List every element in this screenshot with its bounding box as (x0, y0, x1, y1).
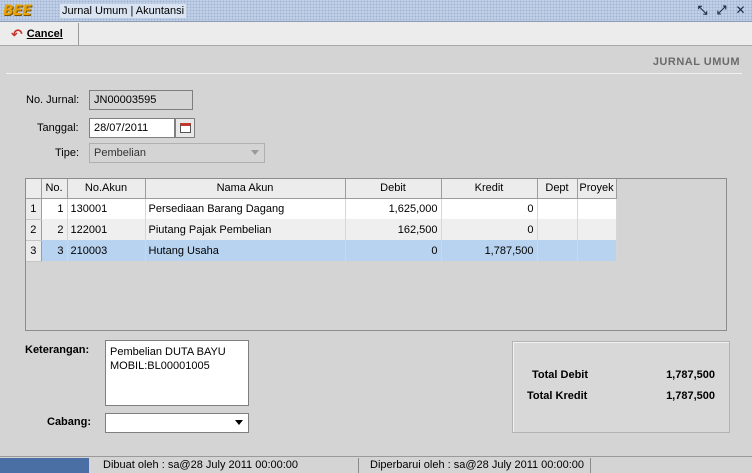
cabang-select[interactable] (105, 413, 249, 433)
col-header-debit[interactable]: Debit (345, 179, 442, 199)
col-header-proyek[interactable]: Proyek (577, 179, 617, 199)
tipe-select[interactable]: Pembelian (89, 143, 265, 163)
cancel-button-label: Cancel (26, 28, 63, 40)
tipe-label: Tipe: (55, 147, 80, 159)
tanggal-label: Tanggal: (37, 122, 79, 134)
cell-proyek[interactable] (577, 219, 617, 240)
col-header-nama-akun[interactable]: Nama Akun (145, 179, 346, 199)
cell-proyek[interactable] (577, 198, 617, 219)
cell-nama-akun[interactable]: Hutang Usaha (145, 240, 346, 261)
main-panel: JURNAL UMUM No. Jurnal: JN00003595 Tangg… (2, 48, 748, 448)
chevron-down-icon (235, 420, 243, 425)
keterangan-label: Keterangan: (25, 344, 90, 356)
col-header-no[interactable]: No. (41, 179, 68, 199)
table-row-selected[interactable]: 3 3 210003 Hutang Usaha 0 1,787,500 (26, 240, 617, 262)
maximize-icon[interactable]: ⤢ (714, 3, 729, 18)
close-icon[interactable]: ✕ (733, 3, 748, 18)
cell-kredit[interactable]: 1,787,500 (441, 240, 538, 261)
status-divider (590, 458, 591, 473)
tanggal-field[interactable]: 28/07/2011 (89, 118, 175, 138)
cell-no[interactable]: 1 (41, 198, 68, 219)
calendar-icon (179, 123, 191, 133)
cell-no[interactable]: 3 (41, 240, 68, 261)
keterangan-line-2: MOBIL:BL00001005 (110, 360, 210, 372)
journal-grid[interactable]: No. No.Akun Nama Akun Debit Kredit Dept … (25, 178, 727, 331)
grid-corner (26, 179, 42, 199)
cancel-button[interactable]: ↶ Cancel (3, 23, 79, 45)
total-kredit-value: 1,787,500 (666, 390, 715, 402)
no-jurnal-label: No. Jurnal: (26, 94, 80, 106)
cell-no-akun[interactable]: 130001 (67, 198, 146, 219)
divider (6, 73, 742, 74)
status-divider (358, 458, 359, 473)
col-header-no-akun[interactable]: No.Akun (67, 179, 146, 199)
keterangan-line-1: Pembelian DUTA BAYU (110, 346, 226, 358)
cell-debit[interactable]: 0 (345, 240, 442, 261)
total-kredit-label: Total Kredit (527, 390, 588, 402)
cell-proyek[interactable] (577, 240, 617, 261)
total-debit-label: Total Debit (532, 369, 589, 381)
status-created: Dibuat oleh : sa@28 July 2011 00:00:00 (103, 459, 299, 471)
cell-nama-akun[interactable]: Piutang Pajak Pembelian (145, 219, 346, 240)
table-row[interactable]: 2 2 122001 Piutang Pajak Pembelian 162,5… (26, 219, 617, 241)
cell-kredit[interactable]: 0 (441, 198, 538, 219)
cell-dept[interactable] (537, 219, 578, 240)
bee-logo: BEE (3, 3, 32, 19)
row-number: 1 (26, 198, 42, 220)
calendar-button[interactable] (175, 118, 195, 138)
cell-debit[interactable]: 1,625,000 (345, 198, 442, 219)
no-jurnal-field[interactable]: JN00003595 (89, 90, 193, 110)
undo-arrow-icon: ↶ (11, 26, 23, 42)
cell-debit[interactable]: 162,500 (345, 219, 442, 240)
restore-icon[interactable]: ⤡ (695, 3, 710, 18)
section-title: JURNAL UMUM (652, 56, 740, 68)
keterangan-textarea[interactable]: Pembelian DUTA BAYU MOBIL:BL00001005 (105, 340, 249, 406)
window-title: Jurnal Umum | Akuntansi (60, 4, 187, 18)
status-bar: Dibuat oleh : sa@28 July 2011 00:00:00 D… (0, 456, 752, 473)
cabang-label: Cabang: (47, 416, 91, 428)
chevron-down-icon (251, 150, 259, 155)
row-number: 3 (26, 240, 42, 262)
tipe-select-value: Pembelian (94, 147, 146, 159)
cell-kredit[interactable]: 0 (441, 219, 538, 240)
totals-panel: Total Debit 1,787,500 Total Kredit 1,787… (512, 341, 730, 433)
cell-no-akun[interactable]: 122001 (67, 219, 146, 240)
toolbar: ↶ Cancel (0, 22, 752, 46)
status-progress (0, 458, 89, 473)
window-titlebar: BEE Jurnal Umum | Akuntansi ⤡ ⤢ ✕ (0, 0, 752, 22)
col-header-dept[interactable]: Dept (537, 179, 578, 199)
table-row[interactable]: 1 1 130001 Persediaan Barang Dagang 1,62… (26, 198, 617, 220)
col-header-kredit[interactable]: Kredit (441, 179, 538, 199)
cell-nama-akun[interactable]: Persediaan Barang Dagang (145, 198, 346, 219)
cell-dept[interactable] (537, 198, 578, 219)
cell-no-akun[interactable]: 210003 (67, 240, 146, 261)
cell-no[interactable]: 2 (41, 219, 68, 240)
cell-dept[interactable] (537, 240, 578, 261)
total-debit-value: 1,787,500 (666, 369, 715, 381)
status-updated: Diperbarui oleh : sa@28 July 2011 00:00:… (370, 459, 584, 471)
row-number: 2 (26, 219, 42, 241)
